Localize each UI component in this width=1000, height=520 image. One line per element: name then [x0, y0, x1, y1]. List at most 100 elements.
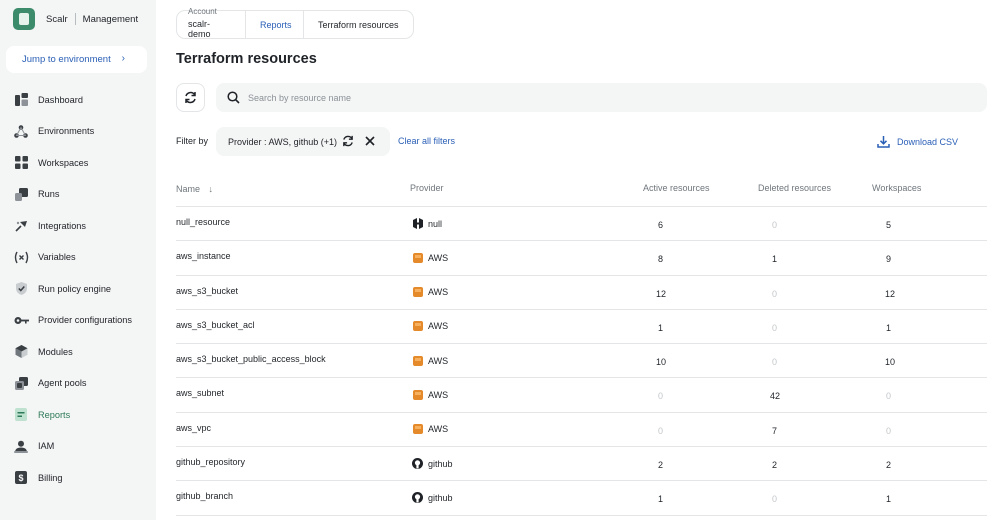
- active-resources-count: 0: [658, 391, 664, 402]
- table-row[interactable]: aws_s3_bucket AWS 12 0 12: [176, 276, 987, 310]
- provider-name: AWS: [428, 424, 449, 435]
- sidebar-item-dashboard[interactable]: Dashboard: [0, 84, 156, 116]
- refresh-icon: [185, 91, 196, 104]
- table-row[interactable]: aws_instance AWS 8 1 9: [176, 241, 987, 276]
- active-resources-count: 0: [658, 425, 664, 436]
- deleted-resources-count: 1: [772, 254, 778, 265]
- resource-name[interactable]: aws_s3_bucket_acl: [176, 320, 255, 330]
- resource-name[interactable]: aws_subnet: [176, 388, 224, 398]
- deleted-resources-count: 7: [772, 425, 778, 436]
- aws-icon: [412, 252, 423, 263]
- provider-cell: github: [412, 492, 453, 504]
- sidebar-item-modules[interactable]: Modules: [0, 336, 156, 368]
- aws-icon: [412, 287, 423, 298]
- provider-name: AWS: [428, 252, 449, 263]
- sidebar-item-reports[interactable]: Reports: [0, 399, 156, 431]
- deleted-resources-count: 0: [772, 357, 778, 368]
- resource-name[interactable]: null_resource: [176, 217, 230, 227]
- workspaces-count: 1: [886, 494, 892, 505]
- jump-label: Jump to environment: [22, 54, 111, 65]
- sidebar-item-iam[interactable]: IAM: [0, 431, 156, 463]
- search-icon: [227, 91, 240, 104]
- sidebar-item-label: Reports: [38, 409, 71, 420]
- sidebar-item-integrations[interactable]: Integrations: [0, 210, 156, 242]
- svg-text:$: $: [18, 473, 23, 483]
- provider-cell: AWS: [412, 321, 448, 332]
- breadcrumb-reports-label: Reports: [260, 19, 292, 30]
- iam-icon: [13, 438, 29, 454]
- column-header-active-resources: Active resources: [643, 183, 710, 193]
- brand-section: Management: [82, 13, 139, 25]
- resource-name[interactable]: aws_s3_bucket_public_access_block: [176, 354, 326, 364]
- agent-pools-icon: [13, 375, 29, 391]
- search-input[interactable]: [248, 92, 848, 103]
- table-row[interactable]: aws_s3_bucket_public_access_block AWS 10…: [176, 344, 987, 379]
- sort-descending-icon: ↓: [208, 184, 214, 194]
- resource-name[interactable]: aws_vpc: [176, 423, 211, 433]
- page-title: Terraform resources: [176, 51, 317, 67]
- deleted-resources-count: 0: [772, 220, 778, 230]
- deleted-resources-count: 42: [770, 391, 781, 402]
- table-row[interactable]: github_branch github 1 0 1: [176, 481, 987, 516]
- column-header-provider: Provider: [410, 183, 444, 193]
- table-body: null_resource null 6 0 5 aws_instance AW…: [176, 207, 987, 516]
- table-row[interactable]: github_repository github 2 2 2: [176, 447, 987, 482]
- sidebar-item-label: Runs: [38, 189, 60, 200]
- sidebar-item-provider-configurations[interactable]: Provider configurations: [0, 305, 156, 337]
- sidebar-item-label: Integrations: [38, 220, 87, 231]
- workspaces-count: 9: [886, 254, 892, 265]
- workspaces-count: 1: [886, 322, 892, 333]
- modules-icon: [13, 344, 29, 360]
- refresh-filter-icon[interactable]: [342, 135, 354, 149]
- breadcrumb-reports[interactable]: Reports: [246, 10, 304, 39]
- filter-by-label: Filter by: [176, 136, 209, 146]
- table-row[interactable]: null_resource null 6 0 5: [176, 207, 987, 242]
- resource-name[interactable]: aws_s3_bucket: [176, 286, 238, 296]
- provider-name: AWS: [428, 389, 449, 400]
- sidebar-item-runs[interactable]: Runs: [0, 179, 156, 211]
- provider-filter-chip[interactable]: Provider : AWS, github (+1): [216, 127, 390, 156]
- provider-cell: null: [412, 218, 442, 229]
- remove-filter-close-icon[interactable]: [364, 135, 376, 149]
- breadcrumb-current: Terraform resources: [304, 10, 414, 39]
- table-row[interactable]: aws_subnet AWS 0 42 0: [176, 378, 987, 413]
- brand[interactable]: Scalr Management: [13, 8, 138, 30]
- runs-icon: [13, 186, 29, 202]
- sidebar-item-label: Provider configurations: [38, 315, 132, 326]
- sidebar-item-workspaces[interactable]: Workspaces: [0, 147, 156, 179]
- integrations-icon: [13, 218, 29, 234]
- provider-name: github: [428, 492, 453, 503]
- sidebar-item-billing[interactable]: $ Billing: [0, 462, 156, 494]
- workspaces-count: 10: [885, 357, 896, 368]
- sidebar-item-agent-pools[interactable]: Agent pools: [0, 368, 156, 400]
- provider-name: null: [428, 218, 443, 229]
- filter-chip-label: Provider : AWS, github (+1): [228, 136, 337, 147]
- resource-name[interactable]: github_branch: [176, 491, 233, 501]
- sidebar-item-label: Billing: [38, 472, 63, 483]
- refresh-button[interactable]: [176, 83, 205, 112]
- active-resources-count: 8: [658, 254, 664, 265]
- workspaces-count: 0: [886, 391, 892, 402]
- column-header-name[interactable]: Name ↓: [176, 184, 213, 194]
- chevron-right-icon: ›: [121, 53, 125, 64]
- clear-all-filters-link[interactable]: Clear all filters: [398, 136, 455, 146]
- active-resources-count: 6: [658, 220, 664, 230]
- download-csv-button[interactable]: Download CSV: [877, 135, 958, 148]
- sidebar-item-label: Variables: [38, 252, 76, 263]
- breadcrumb-account[interactable]: Account scalr-demo: [176, 7, 246, 39]
- resource-name[interactable]: aws_instance: [176, 251, 231, 261]
- key-icon: [13, 312, 29, 328]
- search-bar: [216, 83, 987, 112]
- sidebar-item-label: Modules: [38, 346, 73, 357]
- sidebar-item-run-policy-engine[interactable]: Run policy engine: [0, 273, 156, 305]
- table-row[interactable]: aws_vpc AWS 0 7 0: [176, 413, 987, 448]
- provider-name: AWS: [428, 287, 449, 298]
- github-icon: [412, 492, 423, 504]
- sidebar-item-variables[interactable]: Variables: [0, 242, 156, 274]
- provider-name: github: [428, 458, 453, 469]
- workspaces-count: 12: [885, 288, 896, 299]
- jump-to-environment-button[interactable]: Jump to environment ›: [6, 46, 147, 73]
- sidebar-item-environments[interactable]: Environments: [0, 116, 156, 148]
- table-row[interactable]: aws_s3_bucket_acl AWS 1 0 1: [176, 310, 987, 345]
- resource-name[interactable]: github_repository: [176, 457, 245, 467]
